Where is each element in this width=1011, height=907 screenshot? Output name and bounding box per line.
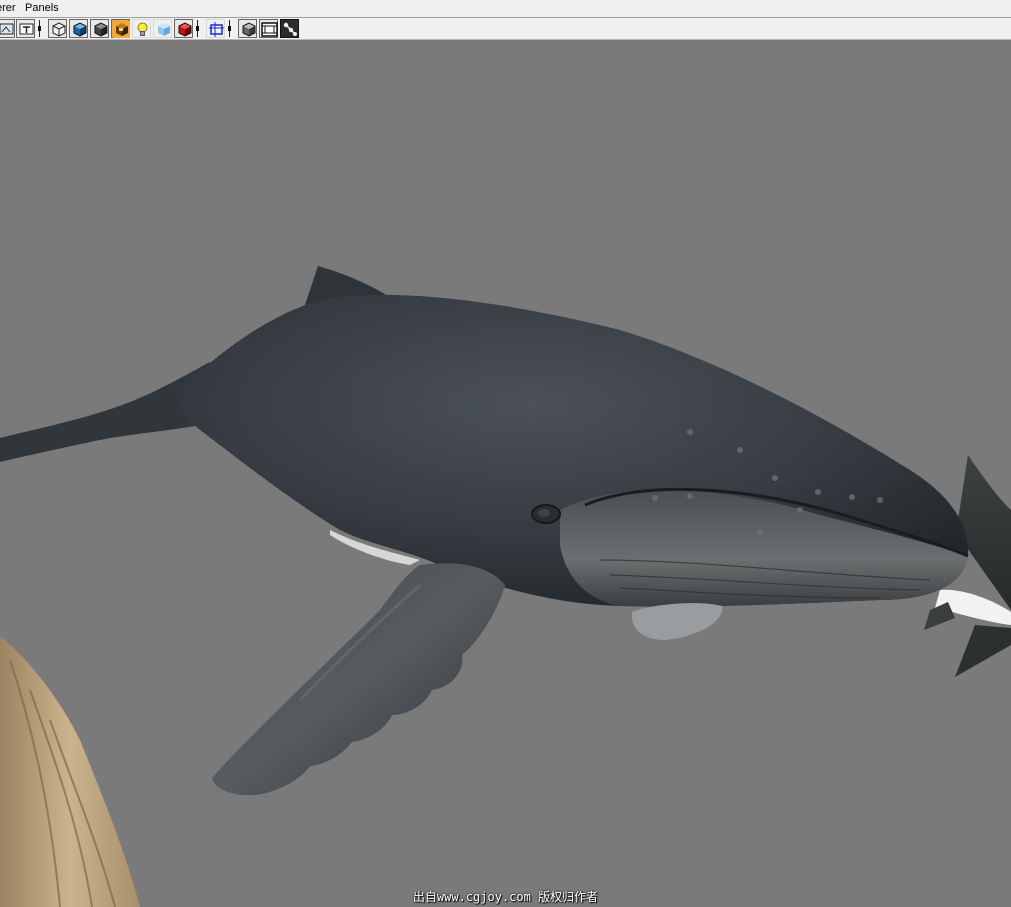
joint-display-button[interactable] <box>280 19 299 38</box>
joint-icon <box>283 22 297 36</box>
viewport-scene <box>0 266 1011 907</box>
menu-panels[interactable]: Panels <box>23 0 61 16</box>
smooth-shade-all-button[interactable] <box>90 19 109 38</box>
smooth-shade-button[interactable] <box>69 19 88 38</box>
resolution-gate-icon <box>209 22 224 37</box>
text-frame-button[interactable] <box>16 19 35 38</box>
light-bulb-icon <box>137 22 148 36</box>
toolbar-separator[interactable] <box>228 20 231 37</box>
smooth-shade-cube-icon <box>73 22 87 37</box>
xray-button[interactable] <box>153 19 172 38</box>
xray-joints-button[interactable] <box>174 19 193 38</box>
text-frame-icon <box>19 23 34 35</box>
watermark-text: 出自www.cgjoy.com 版权归作者 <box>412 890 599 904</box>
camera-frame-button[interactable] <box>0 19 15 38</box>
texture-button[interactable] <box>111 19 130 38</box>
xray-cube-icon <box>158 23 170 36</box>
film-gate-button[interactable] <box>259 19 278 38</box>
isolate-select-button[interactable] <box>238 19 257 38</box>
viewport-toolbar <box>0 18 1011 40</box>
wireframe-cube-icon <box>52 22 66 37</box>
camera-frame-icon <box>0 23 14 35</box>
menu-bar: erer Panels <box>0 0 1011 18</box>
rock-model[interactable] <box>0 636 140 907</box>
film-gate-icon <box>261 22 278 37</box>
textured-cube-icon <box>94 22 108 37</box>
toolbar-separator[interactable] <box>196 20 199 37</box>
toolbar-separator[interactable] <box>38 20 41 37</box>
resolution-gate-button[interactable] <box>206 19 225 38</box>
whale-model[interactable] <box>0 266 969 796</box>
shadow-cube-icon <box>113 21 130 38</box>
wireframe-button[interactable] <box>48 19 67 38</box>
red-cube-icon <box>178 22 192 37</box>
menu-renderer[interactable]: erer <box>0 0 18 16</box>
isolate-cube-icon <box>242 22 256 37</box>
3d-viewport[interactable] <box>0 40 1011 907</box>
lighting-button[interactable] <box>132 19 151 38</box>
